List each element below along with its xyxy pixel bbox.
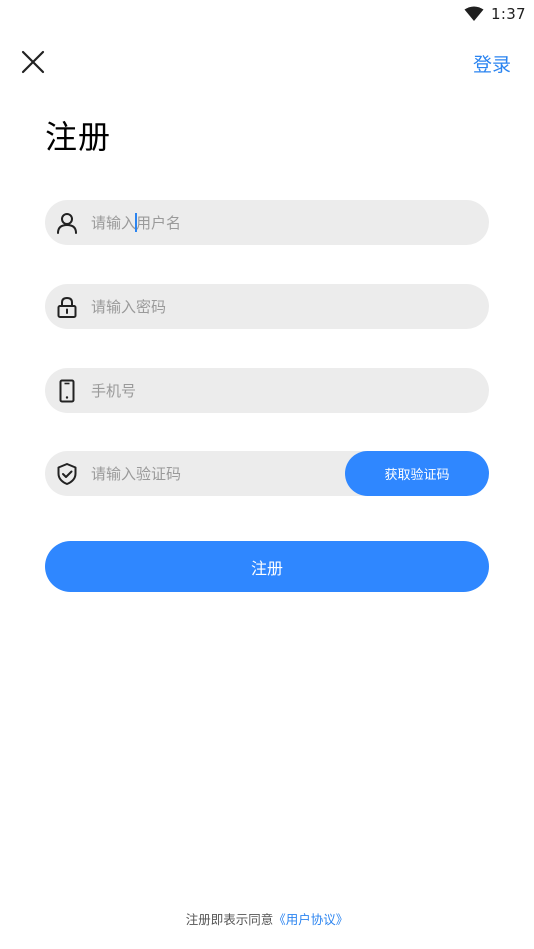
wifi-icon [464,6,484,21]
close-button[interactable] [17,46,49,78]
register-screen: 1:37 登录 注册 请输入用户名 手机号 请输入验证码 获取验证码 注册 注册… [0,0,534,949]
register-button[interactable]: 注册 [45,541,489,592]
username-field[interactable] [45,200,489,245]
user-agreement-link[interactable]: 《用户协议》 [273,912,348,927]
status-time: 1:37 [491,5,526,23]
phone-input[interactable] [91,368,489,413]
footer-terms: 注册即表示同意《用户协议》 [0,909,534,928]
get-code-button[interactable]: 获取验证码 [345,451,489,496]
login-link[interactable]: 登录 [473,50,511,77]
phone-icon [55,379,79,403]
password-input[interactable] [91,284,489,329]
status-bar: 1:37 [0,0,534,28]
code-field[interactable]: 获取验证码 [45,451,489,496]
password-field[interactable] [45,284,489,329]
shield-check-icon [55,462,79,486]
text-caret [135,213,137,232]
username-input[interactable] [91,200,489,245]
user-icon [55,211,79,235]
page-title: 注册 [45,118,112,156]
phone-field[interactable] [45,368,489,413]
terms-prefix: 注册即表示同意 [185,912,274,927]
lock-icon [55,295,79,319]
close-icon [21,50,45,74]
code-input[interactable] [91,451,331,496]
